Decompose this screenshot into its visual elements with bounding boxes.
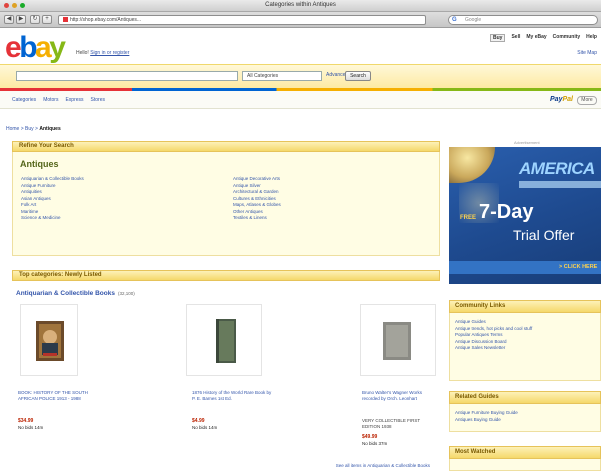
top-categories-header: Top categories: Newly Listed (12, 270, 440, 281)
item-title-link[interactable]: Bruno Walter's Wagner Works recorded by … (362, 390, 438, 401)
item-note: VERY COLLECTIBLE FIRST EDITION 1938 (362, 418, 421, 429)
nav-express[interactable]: Express (65, 97, 83, 103)
item-title-link[interactable]: 1876 History of the World Rare Book by P… (192, 390, 272, 401)
advertisement-banner[interactable]: AMERICA FREE 7-Day Trial Offer > CLICK H… (449, 147, 601, 284)
antiques-title: Antiques (20, 159, 59, 169)
ebay-search-input[interactable] (16, 71, 238, 81)
paypal-logo[interactable]: PayPal (550, 96, 573, 103)
guide-link[interactable]: Antiques Buying Guide (450, 417, 600, 424)
see-all-link[interactable]: See all items in Antiquarian & Collectib… (336, 463, 430, 468)
item-price: $4.99 (192, 418, 205, 424)
ad-label: Advertisement (514, 140, 540, 145)
category-subhead[interactable]: Antiquarian & Collectible Books (32,100) (16, 290, 135, 297)
category-nav: Categories Motors Express Stores PayPal … (0, 91, 601, 109)
category-column-1: Antiquarian & Collectible Books Antique … (21, 176, 84, 222)
sign-in-link[interactable]: Sign in or register (90, 50, 129, 56)
greeting-prefix: Hello! (76, 50, 89, 56)
item-thumbnail[interactable] (186, 304, 262, 376)
breadcrumb-path[interactable]: Home > Buy > (6, 126, 39, 132)
antiques-category-box: Antiques Antiquarian & Collectible Books… (12, 152, 440, 256)
ebay-logo[interactable]: ebay (5, 33, 85, 63)
nav-motors[interactable]: Motors (43, 97, 58, 103)
ad-day: 7-Day (479, 201, 534, 223)
ad-free: FREE (460, 215, 477, 221)
search-row: All Categories Advanced Search (0, 64, 601, 88)
community-links-header: Community Links (449, 300, 601, 313)
top-links: Buy Sell My eBay Community Help (490, 34, 597, 42)
item-price: $34.99 (18, 418, 34, 424)
address-bar[interactable]: http://shop.ebay.com/Antiques... (58, 15, 426, 25)
breadcrumb-current: Antiques (39, 126, 61, 132)
breadcrumb: Home > Buy > Antiques (6, 126, 61, 132)
browser-search-input[interactable]: G Google (448, 15, 598, 25)
most-watched-header: Most Watched (449, 446, 601, 459)
community-link[interactable]: Antique Sales Newsletter (450, 345, 600, 352)
top-link-community[interactable]: Community (553, 34, 581, 42)
top-link-my-ebay[interactable]: My eBay (526, 34, 546, 42)
related-guides-header: Related Guides (449, 391, 601, 404)
top-link-sell[interactable]: Sell (511, 34, 520, 42)
ad-brand: AMERICA (519, 159, 595, 178)
back-icon[interactable]: ◀ (4, 15, 14, 24)
category-column-2: Antique Decorative Arts Antique Silver A… (233, 176, 281, 222)
forward-icon[interactable]: ▶ (16, 15, 26, 24)
search-button[interactable]: Search (345, 71, 371, 81)
top-link-buy[interactable]: Buy (490, 34, 506, 42)
ad-click-link[interactable]: > CLICK HERE (559, 264, 597, 270)
window-title: Categories within Antiques (265, 2, 336, 8)
item-bids: No bids 14m (192, 425, 218, 430)
community-links-box: Antique Guides Antique trends, hot picks… (449, 313, 601, 381)
item-thumbnail[interactable] (360, 304, 436, 376)
category-select[interactable]: All Categories (242, 71, 322, 81)
lamp-icon (449, 147, 495, 183)
ad-brand-bar (519, 181, 601, 188)
item-bids: No bids 37m (362, 441, 388, 446)
nav-more-button[interactable]: More (577, 96, 597, 105)
favicon-icon (63, 17, 68, 22)
window-titlebar: Categories within Antiques (0, 0, 601, 12)
greeting: Hello! Sign in or register (76, 50, 129, 56)
category-link[interactable]: Maps, Atlases & Globes (233, 202, 281, 209)
browser-toolbar: ◀ ▶ ↻ + http://shop.ebay.com/Antiques...… (0, 12, 601, 28)
category-link[interactable]: Architectural & Garden (233, 189, 281, 196)
add-bookmark-icon[interactable]: + (42, 15, 52, 24)
item-bids: No bids 14m (18, 425, 44, 430)
most-watched-box (449, 459, 601, 471)
nav-stores[interactable]: Stores (91, 97, 105, 103)
category-link[interactable]: Antiquarian & Collectible Books (21, 176, 84, 183)
google-icon: G (452, 17, 457, 23)
item-thumbnail[interactable] (20, 304, 78, 376)
ad-trial: Trial Offer (513, 227, 575, 243)
reload-icon[interactable]: ↻ (30, 15, 40, 24)
browser-search-placeholder: Google (465, 17, 482, 23)
top-link-help[interactable]: Help (586, 34, 597, 42)
nav-categories[interactable]: Categories (12, 97, 36, 103)
category-link[interactable]: Textiles & Linens (233, 215, 281, 222)
item-price: $49.99 (362, 434, 378, 440)
refine-search-header: Refine Your Search (12, 141, 440, 152)
site-map-link[interactable]: Site Map (577, 50, 597, 56)
category-link[interactable]: Antique Decorative Arts (233, 176, 281, 183)
category-link[interactable]: Science & Medicine (21, 215, 84, 222)
address-text: http://shop.ebay.com/Antiques... (70, 17, 142, 23)
related-guides-box: Antique Furniture Buying Guide Antiques … (449, 404, 601, 432)
item-title-link[interactable]: BOOK: HISTORY OF THE SOUTH AFRICAN POLIC… (18, 390, 98, 401)
